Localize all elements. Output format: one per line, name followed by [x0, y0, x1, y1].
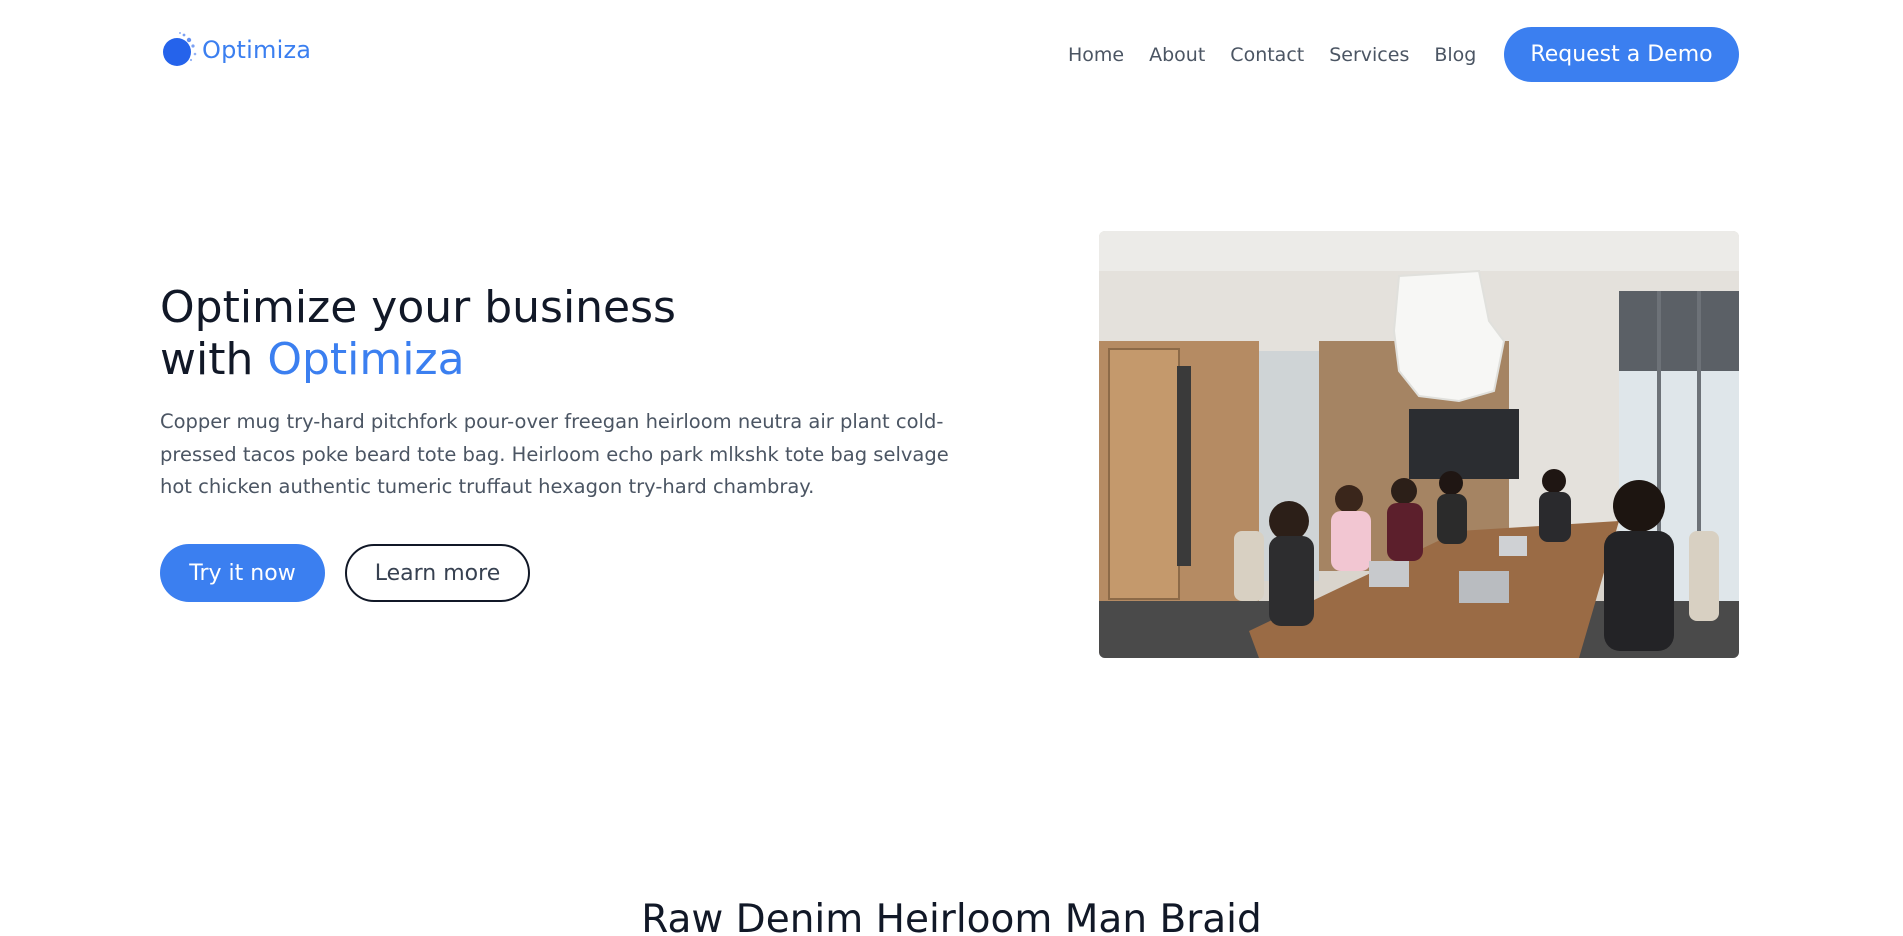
brand-name: Optimiza — [202, 36, 312, 64]
hero-title: Optimize your business with Optimiza — [160, 282, 880, 386]
site-header: Optimiza Home About Contact Services Blo… — [0, 0, 1903, 108]
hero-title-accent: Optimiza — [267, 334, 465, 385]
request-demo-button[interactable]: Request a Demo — [1504, 27, 1739, 82]
paint-splat-icon — [163, 32, 197, 66]
main-nav: Home About Contact Services Blog — [1068, 40, 1476, 70]
nav-link-about[interactable]: About — [1149, 40, 1205, 70]
try-it-now-button[interactable]: Try it now — [160, 544, 325, 602]
meeting-room-illustration — [1099, 231, 1739, 658]
nav-link-home[interactable]: Home — [1068, 40, 1124, 70]
hero-paragraph: Copper mug try-hard pitchfork pour-over … — [160, 410, 949, 498]
nav-link-blog[interactable]: Blog — [1434, 40, 1476, 70]
nav-link-services[interactable]: Services — [1329, 40, 1409, 70]
hero-title-prefix: with — [160, 334, 268, 385]
learn-more-button[interactable]: Learn more — [345, 544, 530, 602]
office-meeting-photo — [1099, 231, 1739, 658]
hero-title-line1: Optimize your business — [160, 282, 676, 333]
section-title: Raw Denim Heirloom Man Braid — [641, 897, 1262, 936]
brand-logo[interactable]: Optimiza — [160, 28, 311, 72]
nav-link-contact[interactable]: Contact — [1230, 40, 1304, 70]
